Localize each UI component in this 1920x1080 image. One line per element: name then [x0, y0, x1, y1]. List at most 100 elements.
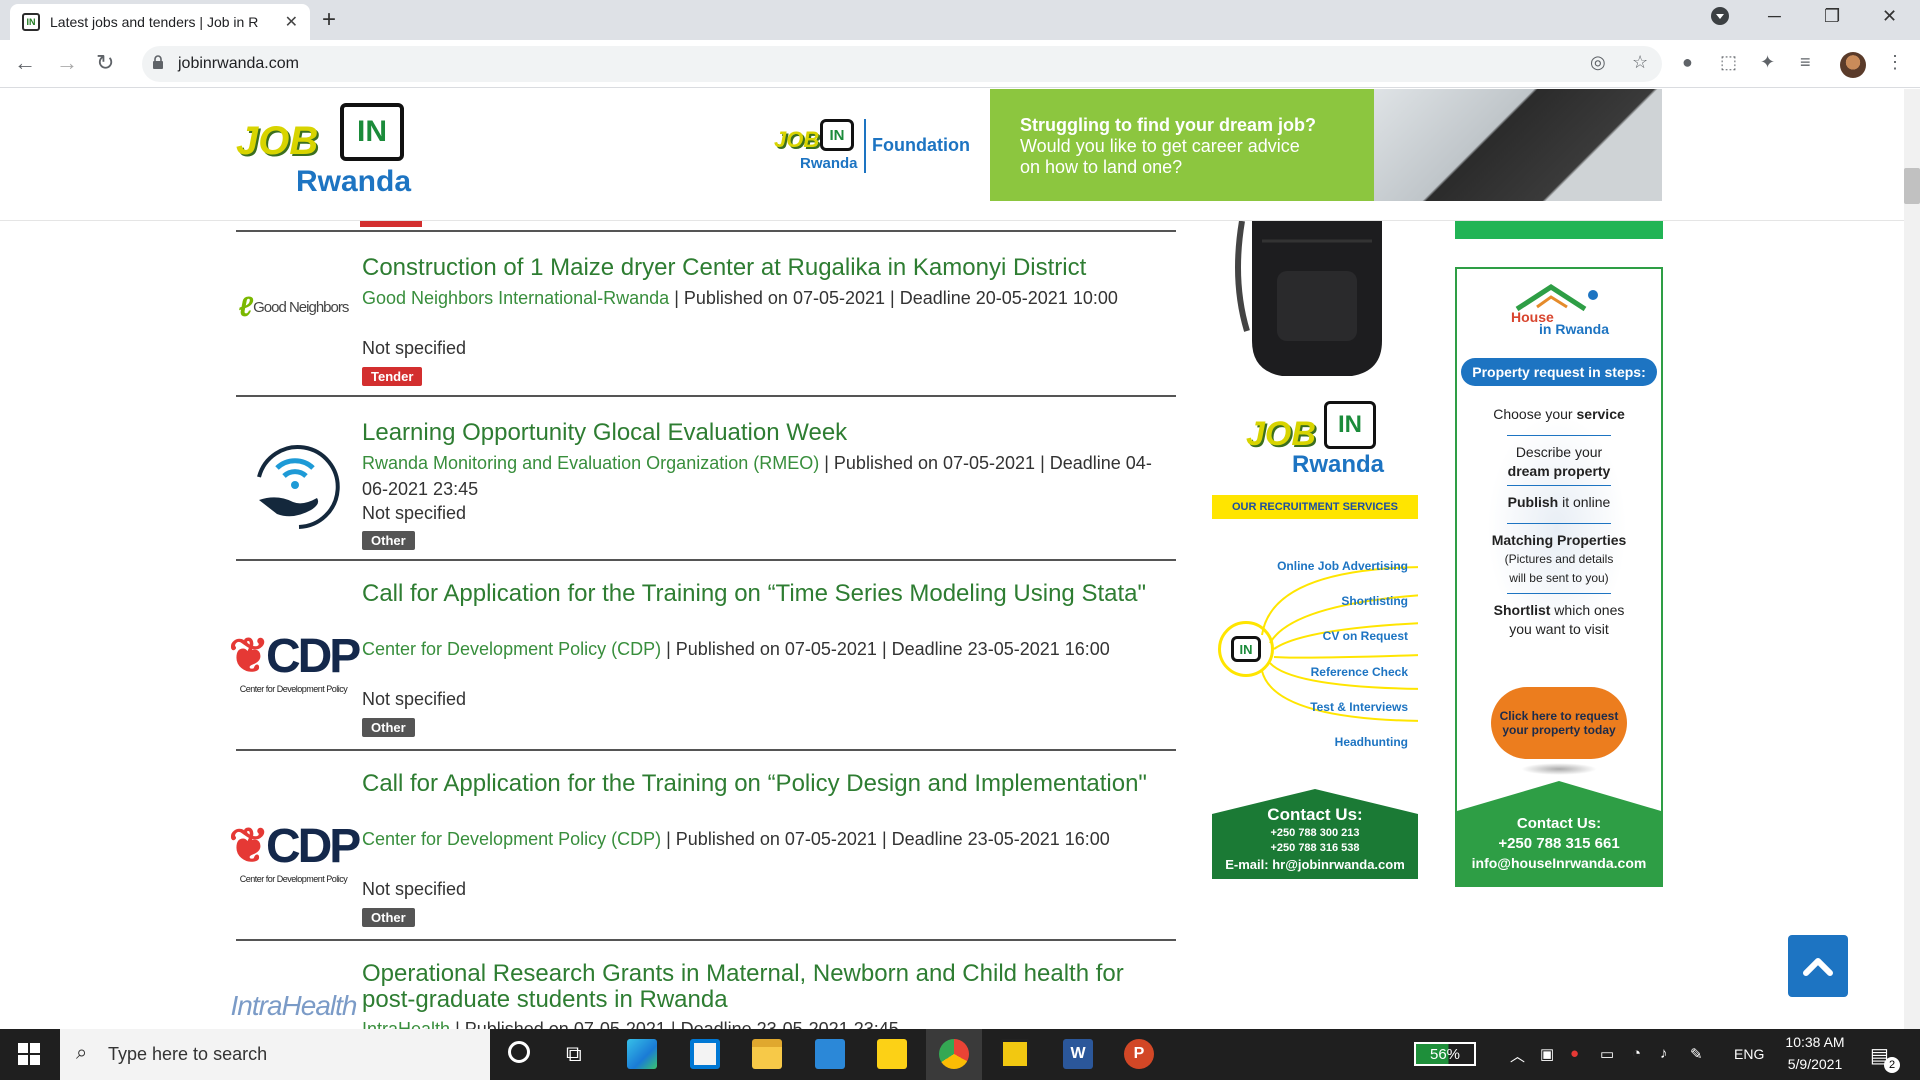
recruit-phone-2: +250 788 316 538	[1270, 842, 1360, 854]
volume-tray-icon[interactable]: ♪	[1660, 1045, 1668, 1062]
search-placeholder: Type here to search	[108, 1044, 268, 1064]
foundation-job-text: JOB	[774, 127, 820, 152]
store-app-icon[interactable]	[690, 1039, 720, 1069]
job-org-link[interactable]: Center for Development Policy (CDP)	[362, 639, 661, 659]
url-input[interactable]: jobinrwanda.com	[142, 46, 1662, 82]
job-type-badge[interactable]: Other	[362, 718, 415, 737]
backpack-image	[1232, 220, 1402, 381]
site-logo[interactable]: JOB IN Rwanda	[236, 97, 426, 209]
banner-line-3: on how to land one?	[1020, 157, 1183, 177]
cdp-logo: ❦CDP Center for Development Policy	[229, 621, 362, 701]
battery-indicator[interactable]: 56%	[1414, 1042, 1476, 1066]
clock-date[interactable]: 5/9/2021	[1780, 1056, 1850, 1072]
job-item[interactable]: ❦CDP Center for Development Policy Call …	[229, 561, 1176, 751]
job-org-link[interactable]: Rwanda Monitoring and Evaluation Organiz…	[362, 453, 819, 473]
job-dates: | Published on 07-05-2021 | Deadline 23-…	[661, 639, 1110, 659]
banner-line-1: Struggling to find your dream job?	[1020, 115, 1316, 135]
maximize-icon[interactable]: ❐	[1824, 6, 1840, 27]
request-property-button[interactable]: Click here to request your property today	[1491, 687, 1627, 759]
windows-start-icon[interactable]	[18, 1043, 40, 1070]
rmeo-logo	[236, 422, 351, 532]
cdp-logo-subtitle: Center for Development Policy	[239, 684, 348, 694]
job-type-badge[interactable]: Other	[362, 531, 415, 550]
job-org-link[interactable]: Good Neighbors International-Rwanda	[362, 288, 669, 308]
clock-time[interactable]: 10:38 AM	[1780, 1034, 1850, 1050]
wifi-tray-icon[interactable]: ◔	[1632, 1045, 1641, 1062]
job-type-badge[interactable]: Tender	[362, 367, 423, 386]
intrahealth-logo: IntraHealth	[231, 981, 358, 1029]
new-tab-icon[interactable]: +	[322, 6, 336, 34]
back-to-top-button[interactable]	[1788, 935, 1848, 997]
minimize-icon[interactable]: ─	[1768, 6, 1781, 27]
tab-title: Latest jobs and tenders | Job in R	[50, 14, 259, 30]
task-view-icon[interactable]: ⧉	[566, 1041, 582, 1067]
show-hidden-icons-icon[interactable]: ︿	[1510, 1045, 1525, 1066]
service-cv-on-request: CV on Request	[1322, 629, 1408, 643]
foundation-logo[interactable]: JOB IN Rwanda Foundation	[770, 113, 970, 183]
job-location: Not specified	[362, 879, 467, 899]
scrollbar-thumb[interactable]	[1904, 168, 1920, 204]
job-location: Not specified	[362, 689, 467, 709]
banner-line-2: Would you like to get career advice	[1020, 136, 1300, 156]
recruit-logo-job-text: JOB	[1246, 415, 1316, 453]
powerpoint-app-icon[interactable]: P	[1124, 1039, 1154, 1069]
close-window-icon[interactable]: ✕	[1882, 6, 1897, 27]
job-type-badge[interactable]: Other	[362, 908, 415, 927]
job-title-link[interactable]: Call for Application for the Training on…	[362, 581, 1162, 607]
job-item[interactable]: ❦CDP Center for Development Policy Call …	[229, 751, 1176, 941]
backpack-icon	[1235, 220, 1382, 376]
chrome-app-icon[interactable]	[939, 1039, 969, 1069]
house-contact-box: Contact Us: +250 788 315 661 info@houseI…	[1457, 781, 1661, 885]
job-item[interactable]: Learning Opportunity Glocal Evaluation W…	[236, 397, 1176, 561]
sticky-notes-app-icon[interactable]	[877, 1039, 907, 1069]
edge-app-icon[interactable]	[627, 1039, 657, 1069]
pen-tray-icon[interactable]: ✎	[1690, 1045, 1703, 1063]
step-shortlist: Shortlist which ones you want to visit	[1493, 602, 1625, 637]
word-app-icon[interactable]: W	[1063, 1039, 1093, 1069]
tracking-off-icon[interactable]: ◎	[1590, 52, 1606, 73]
career-advice-banner[interactable]: Struggling to find your dream job? Would…	[990, 89, 1662, 201]
step-describe-property: Describe your dream property	[1507, 444, 1611, 479]
forward-icon[interactable]: →	[56, 50, 78, 76]
property-steps-pill: Property request in steps:	[1461, 358, 1657, 386]
reload-icon[interactable]: ↻	[96, 50, 114, 76]
house-brand-bottom: in Rwanda	[1539, 321, 1610, 337]
browser-tab[interactable]: IN Latest jobs and tenders | Job in R ✕	[10, 4, 310, 40]
foundation-rwanda-text: Rwanda	[800, 155, 858, 172]
close-tab-icon[interactable]: ✕	[285, 12, 298, 32]
cortana-icon[interactable]	[508, 1041, 530, 1063]
mail-app-icon[interactable]	[815, 1039, 845, 1069]
battery-tray-icon[interactable]: ▭	[1600, 1045, 1614, 1063]
cdp-leaf-icon: ❦	[228, 820, 269, 873]
job-item[interactable]: IntraHealth Operational Research Grants …	[231, 941, 1176, 1030]
page-viewport: JOB IN Rwanda JOB IN Rwanda Foundation S…	[0, 89, 1904, 1029]
profile-menu-icon[interactable]	[1710, 6, 1730, 31]
profile-avatar[interactable]	[1840, 52, 1866, 78]
job-title-link[interactable]: Operational Research Grants in Maternal,…	[362, 961, 1162, 1013]
intrahealth-logo-text: IntraHealth	[230, 990, 358, 1021]
job-title-link[interactable]: Construction of 1 Maize dryer Center at …	[362, 255, 1162, 281]
job-title-link[interactable]: Call for Application for the Training on…	[362, 771, 1162, 797]
power-bi-app-icon[interactable]	[1000, 1039, 1030, 1069]
page-scrollbar[interactable]	[1904, 89, 1920, 1029]
job-org-link[interactable]: IntraHealth	[362, 1019, 450, 1029]
screenshot-extension-icon[interactable]: ⬚	[1720, 52, 1737, 73]
back-icon[interactable]: ←	[14, 50, 36, 76]
house-in-rwanda-ad[interactable]: House in Rwanda Property request in step…	[1455, 267, 1663, 887]
file-explorer-app-icon[interactable]	[752, 1039, 782, 1069]
bookmark-star-icon[interactable]: ☆	[1632, 52, 1648, 73]
logo-rwanda-text: Rwanda	[296, 165, 412, 198]
chrome-menu-icon[interactable]: ⋮	[1886, 52, 1904, 73]
language-indicator[interactable]: ENG	[1734, 1046, 1764, 1062]
taskbar-search-input[interactable]: ⌕ Type here to search	[60, 1029, 490, 1080]
job-item[interactable]: ℓ Good Neighbors Construction of 1 Maize…	[236, 232, 1176, 397]
reading-list-icon[interactable]: ≡	[1800, 52, 1811, 73]
job-org-link[interactable]: Center for Development Policy (CDP)	[362, 829, 661, 849]
antivirus-tray-icon[interactable]: ●	[1570, 1045, 1579, 1062]
extensions-puzzle-icon[interactable]: ✦	[1760, 52, 1775, 73]
job-title-link[interactable]: Learning Opportunity Glocal Evaluation W…	[362, 420, 1162, 446]
notification-count-badge: 2	[1884, 1057, 1900, 1073]
house-email: info@houseInrwanda.com	[1471, 855, 1647, 871]
tray-app-icon[interactable]: ▣	[1540, 1045, 1554, 1063]
extension-circle-icon[interactable]: ●	[1682, 52, 1693, 73]
